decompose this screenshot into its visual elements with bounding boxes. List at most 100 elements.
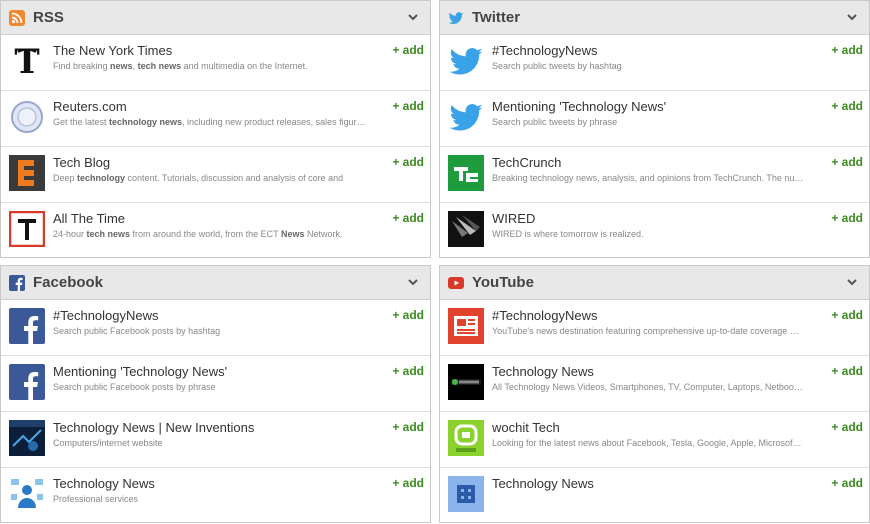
item-description: WIRED is where tomorrow is realized. (492, 229, 644, 239)
facebook-panel-header[interactable]: Facebook (1, 266, 430, 300)
item-title: Technology News (53, 476, 155, 491)
nyt-logo-icon: T (9, 43, 45, 79)
list-item[interactable]: Mentioning 'Technology News' Search publ… (440, 91, 869, 147)
item-title: #TechnologyNews (492, 308, 598, 323)
add-button[interactable]: + add (831, 211, 863, 225)
list-item[interactable]: Mentioning 'Technology News' Search publ… (1, 356, 430, 412)
item-description: Get the latest technology news, includin… (53, 117, 366, 127)
list-item[interactable]: wochit Tech Looking for the latest news … (440, 412, 869, 468)
technology-news-channel-thumbnail (448, 364, 484, 400)
item-title: The New York Times (53, 43, 173, 58)
chevron-down-icon[interactable] (406, 275, 420, 289)
list-item[interactable]: WIRED WIRED is where tomorrow is realize… (440, 203, 869, 259)
item-title: TechCrunch (492, 155, 562, 170)
item-description: Professional services (53, 494, 139, 504)
item-title: Mentioning 'Technology News' (53, 364, 228, 379)
item-description: 24-hour tech news from around the world,… (53, 229, 343, 239)
panel-title: RSS (33, 9, 64, 26)
item-description: Search public tweets by hashtag (492, 61, 622, 71)
item-description: Find breaking news, tech news and multim… (53, 61, 308, 71)
add-button[interactable]: + add (392, 99, 424, 113)
item-title: WIRED (492, 211, 536, 226)
svg-text:T: T (14, 43, 39, 79)
list-item[interactable]: Reuters.com Get the latest technology ne… (1, 91, 430, 147)
item-description: All Technology News Videos, Smartphones,… (492, 382, 803, 392)
add-button[interactable]: + add (392, 420, 424, 434)
rss-panel: RSS T The New York Times Find breaking n… (0, 0, 431, 258)
twitter-bird-icon (448, 43, 484, 79)
tech-blog-logo-icon (9, 155, 45, 191)
list-item[interactable]: #TechnologyNews YouTube's news destinati… (440, 300, 869, 356)
twitter-panel-header[interactable]: Twitter (440, 1, 869, 35)
add-button[interactable]: + add (831, 476, 863, 490)
news-icon (448, 308, 484, 344)
reuters-globe-icon (9, 99, 45, 135)
highlight-keyword: tech news (86, 229, 131, 239)
list-item[interactable]: #TechnologyNews Search public Facebook p… (1, 300, 430, 356)
add-button[interactable]: + add (831, 99, 863, 113)
add-button[interactable]: + add (392, 211, 424, 225)
add-button[interactable]: + add (831, 364, 863, 378)
list-item[interactable]: T The New York Times Find breaking news,… (1, 35, 430, 91)
add-button[interactable]: + add (831, 155, 863, 169)
item-title: #TechnologyNews (53, 308, 159, 323)
facebook-icon (9, 274, 25, 291)
twitter-bird-icon (448, 99, 484, 135)
item-title: wochit Tech (492, 420, 560, 435)
chevron-down-icon[interactable] (845, 275, 859, 289)
list-item[interactable]: TechCrunch Breaking technology news, ana… (440, 147, 869, 203)
item-description: Breaking technology news, analysis, and … (492, 173, 804, 183)
facebook-icon (9, 308, 45, 344)
add-button[interactable]: + add (392, 155, 424, 169)
highlight-keyword: technology (77, 173, 126, 183)
list-item[interactable]: Technology News + add (440, 468, 869, 524)
item-title: All The Time (53, 211, 126, 226)
highlight-keyword: tech news (137, 61, 182, 71)
twitter-panel: Twitter #TechnologyNews Search public tw… (439, 0, 870, 258)
item-description: Looking for the latest news about Facebo… (492, 438, 802, 448)
youtube-panel: YouTube #TechnologyNews YouTube's news d… (439, 265, 870, 523)
add-button[interactable]: + add (392, 43, 424, 57)
techcrunch-logo-icon (448, 155, 484, 191)
channel-avatar-icon (448, 476, 484, 512)
highlight-keyword: News (280, 229, 305, 239)
person-network-icon (9, 476, 45, 512)
item-description: Search public tweets by phrase (492, 117, 618, 127)
chevron-down-icon[interactable] (845, 10, 859, 24)
new-inventions-thumbnail (9, 420, 45, 456)
rss-panel-header[interactable]: RSS (1, 1, 430, 35)
list-item[interactable]: Technology News | New Inventions Compute… (1, 412, 430, 468)
highlight-keyword: news (110, 61, 133, 71)
list-item[interactable]: Tech Blog Deep technology content. Tutor… (1, 147, 430, 203)
add-button[interactable]: + add (831, 308, 863, 322)
all-the-time-logo-icon (9, 211, 45, 247)
item-title: Tech Blog (53, 155, 111, 170)
item-description: Computers/internet website (53, 438, 163, 448)
panel-title: YouTube (472, 274, 534, 291)
list-item[interactable]: Technology News All Technology News Vide… (440, 356, 869, 412)
item-title: Technology News | New Inventions (53, 420, 255, 435)
list-item[interactable]: #TechnologyNews Search public tweets by … (440, 35, 869, 91)
item-title: Technology News (492, 476, 594, 491)
facebook-panel: Facebook #TechnologyNews Search public F… (0, 265, 431, 523)
wochit-logo-icon (448, 420, 484, 456)
item-title: Reuters.com (53, 99, 127, 114)
add-button[interactable]: + add (392, 364, 424, 378)
item-description: Search public Facebook posts by phrase (53, 382, 216, 392)
add-button[interactable]: + add (392, 476, 424, 490)
facebook-icon (9, 364, 45, 400)
panel-title: Facebook (33, 274, 104, 291)
chevron-down-icon[interactable] (406, 10, 420, 24)
list-item[interactable]: All The Time 24-hour tech news from arou… (1, 203, 430, 259)
youtube-panel-header[interactable]: YouTube (440, 266, 869, 300)
highlight-keyword: technology news (109, 117, 183, 127)
item-title: #TechnologyNews (492, 43, 598, 58)
list-item[interactable]: Technology News Professional services + … (1, 468, 430, 524)
panel-title: Twitter (472, 9, 521, 26)
add-button[interactable]: + add (392, 308, 424, 322)
item-description: Deep technology content. Tutorials, disc… (53, 173, 344, 183)
add-button[interactable]: + add (831, 43, 863, 57)
rss-icon (9, 9, 25, 26)
add-button[interactable]: + add (831, 420, 863, 434)
item-description: YouTube's news destination featuring com… (492, 326, 799, 336)
